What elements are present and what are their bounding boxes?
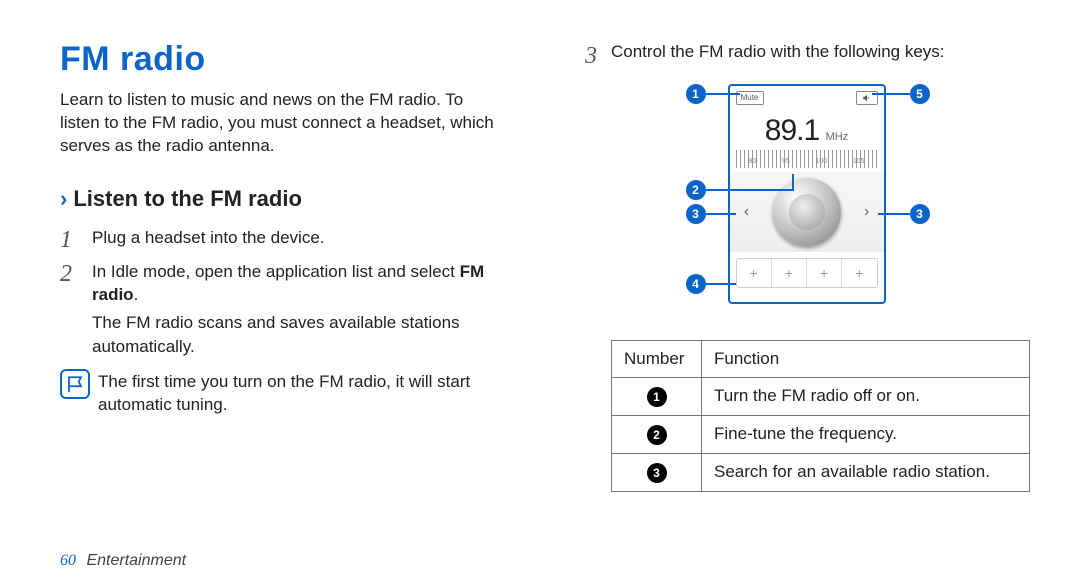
tick-label: 100 [815,158,827,165]
row-number-bullet: 3 [647,463,667,483]
table-row: 1 Turn the FM radio off or on. [612,377,1030,415]
row-function-text: Turn the FM radio off or on. [702,377,1030,415]
footer-page-number: 60 [60,552,76,569]
step-2-number: 2 [60,258,72,292]
step-1-number: 1 [60,224,72,258]
leader-line [878,213,910,215]
callout-5: 5 [910,84,930,104]
step-2-text-b: . [134,285,139,304]
frequency-unit: MHz [826,131,849,143]
frequency-value: 89.1 [765,114,819,148]
row-function-text: Search for an available radio station. [702,453,1030,491]
chevron-right-icon: › [60,186,67,212]
callout-1: 1 [686,84,706,104]
tick-label: 105 [853,158,865,165]
step-2-subtext: The FM radio scans and saves available s… [92,311,505,359]
step-3-text: Control the FM radio with the following … [611,40,945,74]
tick-label: 95 [782,158,790,165]
tick-label: 90 [748,158,756,165]
step-1: 1 Plug a headset into the device. [60,226,505,250]
step-1-text: Plug a headset into the device. [92,228,325,247]
callout-3-right: 3 [910,204,930,224]
note-icon [60,369,90,399]
row-number-bullet: 2 [647,425,667,445]
table-row: 3 Search for an available radio station. [612,453,1030,491]
callout-2: 2 [686,180,706,200]
scan-prev-button[interactable]: ‹ [738,192,756,232]
table-header-number: Number [612,340,702,377]
speaker-icon [862,93,872,103]
preset-slot[interactable]: + [841,259,876,287]
step-2: 2 In Idle mode, open the application lis… [60,260,505,359]
preset-slot[interactable]: + [771,259,806,287]
table-header-function: Function [702,340,1030,377]
note-block: The first time you turn on the FM radio,… [60,369,505,417]
frequency-ruler[interactable]: 90 95 100 105 [736,150,878,168]
preset-slot[interactable]: + [806,259,841,287]
step-2-text-a: In Idle mode, open the application list … [92,262,460,281]
step-3: 3 Control the FM radio with the followin… [585,40,1030,74]
leader-line [792,174,794,191]
subheading-text: Listen to the FM radio [73,186,302,212]
step-3-number: 3 [585,40,611,74]
preset-row: + + + + [736,258,878,288]
leader-line [872,93,910,95]
row-number-bullet: 1 [647,387,667,407]
leader-line [706,283,736,285]
footer-section: Entertainment [86,552,186,569]
callout-3-left: 3 [686,204,706,224]
preset-slot[interactable]: + [737,259,771,287]
leader-line [706,213,736,215]
radio-diagram: Mute 89.1 MHz 90 95 100 [658,84,958,324]
page-footer: 60 Entertainment [60,552,186,570]
leader-line [706,189,794,191]
mute-button[interactable]: Mute [736,91,764,105]
radio-screenshot: Mute 89.1 MHz 90 95 100 [728,84,886,304]
function-table: Number Function 1 Turn the FM radio off … [611,340,1030,492]
leader-line [706,93,740,95]
row-function-text: Fine-tune the frequency. [702,415,1030,453]
note-text: The first time you turn on the FM radio,… [98,369,505,417]
subheading-row: › Listen to the FM radio [60,186,505,212]
page-title: FM radio [60,40,505,79]
table-row: 2 Fine-tune the frequency. [612,415,1030,453]
scan-next-button[interactable]: › [858,192,876,232]
callout-4: 4 [686,274,706,294]
intro-paragraph: Learn to listen to music and news on the… [60,89,505,158]
